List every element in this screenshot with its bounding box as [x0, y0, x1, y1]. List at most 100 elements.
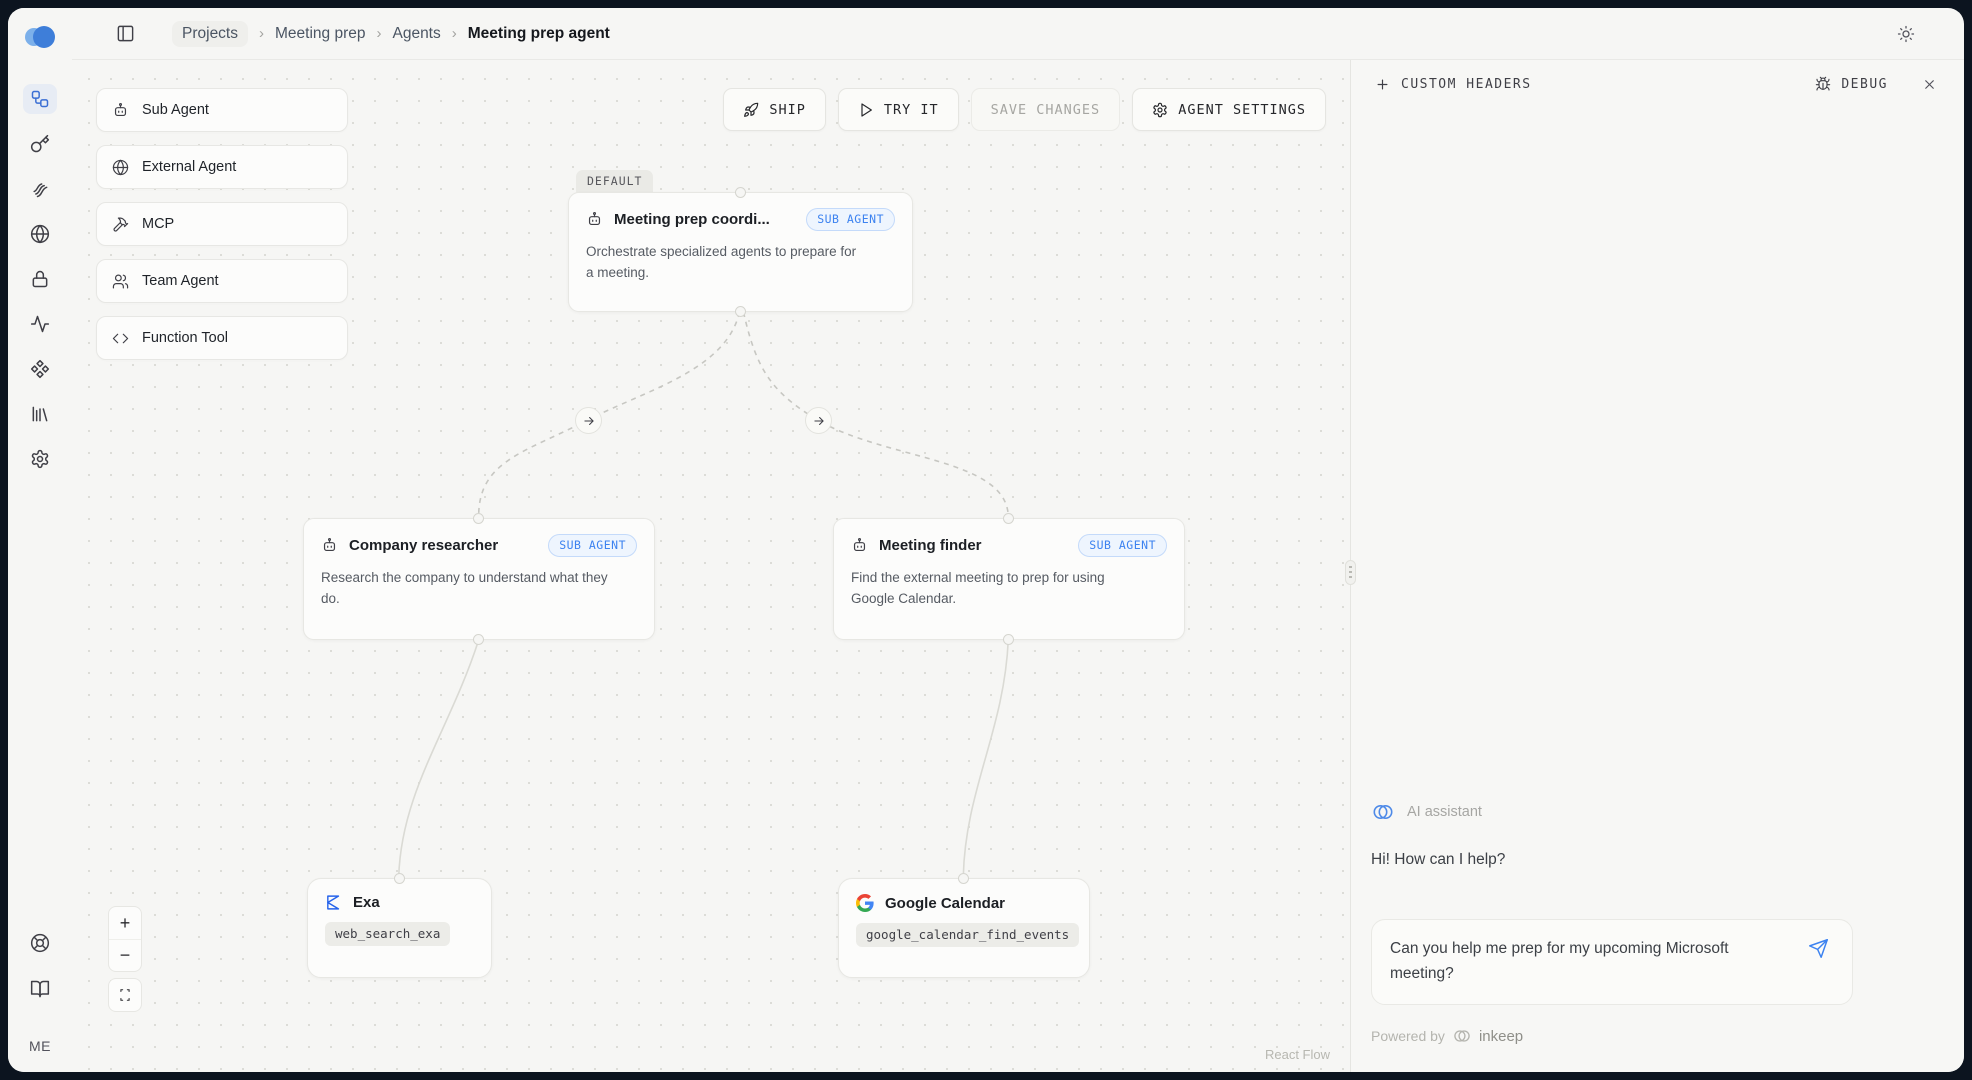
gear-icon	[30, 449, 50, 469]
arrow-right-icon	[582, 414, 596, 428]
node-handle-top[interactable]	[735, 187, 746, 198]
powered-by-link[interactable]: Powered by inkeep	[1371, 1026, 1944, 1046]
custom-headers-button[interactable]: CUSTOM HEADERS	[1375, 77, 1532, 92]
ship-button[interactable]: SHIP	[723, 88, 826, 131]
palette-item-function-tool[interactable]: Function Tool	[96, 316, 348, 360]
plus-icon	[1375, 77, 1390, 92]
tool-chip: web_search_exa	[325, 922, 450, 946]
palette-item-team-agent[interactable]: Team Agent	[96, 259, 348, 303]
palette-item-sub-agent[interactable]: Sub Agent	[96, 88, 348, 132]
palette-item-external-agent[interactable]: External Agent	[96, 145, 348, 189]
traces-icon	[30, 179, 50, 199]
node-handle-top[interactable]	[473, 513, 484, 524]
graph-canvas[interactable]: Sub Agent External Agent MCP Team Agent	[72, 60, 1350, 1072]
node-handle-top[interactable]	[1003, 513, 1014, 524]
breadcrumb-separator: ›	[376, 25, 381, 42]
node-google-calendar-tool[interactable]: Google Calendar google_calendar_find_eve…	[838, 878, 1090, 978]
node-meeting-finder[interactable]: Meeting finder SUB AGENT Find the extern…	[833, 518, 1185, 640]
theme-toggle-button[interactable]	[1892, 20, 1920, 48]
assistant-label: AI assistant	[1407, 804, 1482, 820]
agent-settings-button[interactable]: AGENT SETTINGS	[1132, 88, 1326, 131]
close-icon	[1922, 77, 1937, 92]
powered-by-label: Powered by	[1371, 1028, 1445, 1044]
user-avatar[interactable]: ME	[29, 1038, 51, 1054]
react-flow-attribution[interactable]: React Flow	[1265, 1047, 1330, 1062]
inkeep-logo[interactable]	[23, 24, 57, 50]
sidebar-item-library[interactable]	[23, 399, 57, 429]
debug-label: DEBUG	[1841, 77, 1888, 92]
node-exa-tool[interactable]: Exa web_search_exa	[307, 878, 492, 978]
send-button[interactable]	[1808, 938, 1832, 962]
debug-button[interactable]: DEBUG	[1815, 76, 1888, 92]
library-icon	[30, 404, 50, 424]
sidebar-item-security[interactable]	[23, 264, 57, 294]
activity-icon	[30, 314, 50, 334]
sidebar-item-docs[interactable]	[23, 974, 57, 1004]
ai-assistant-icon	[1371, 800, 1395, 824]
edge-transfer-arrow[interactable]	[805, 407, 832, 434]
bot-icon	[851, 537, 868, 554]
sidebar-item-credentials[interactable]	[23, 174, 57, 204]
chat-input-value: Can you help me prep for my upcoming Mic…	[1390, 937, 1772, 987]
send-icon	[1808, 938, 1829, 959]
chat-block: AI assistant Hi! How can I help? Can you…	[1351, 800, 1964, 1072]
sidebar-item-components[interactable]	[23, 354, 57, 384]
try-it-button[interactable]: TRY IT	[838, 88, 959, 131]
fit-view-icon	[118, 988, 132, 1002]
agent-settings-label: AGENT SETTINGS	[1178, 102, 1306, 118]
node-company-researcher[interactable]: Company researcher SUB AGENT Research th…	[303, 518, 655, 640]
top-bar: Projects › Meeting prep › Agents › Meeti…	[72, 8, 1964, 60]
node-meeting-prep-coordinator[interactable]: Meeting prep coordi... SUB AGENT Orchest…	[568, 192, 913, 312]
sidebar-item-activity[interactable]	[23, 309, 57, 339]
bot-icon	[321, 537, 338, 554]
palette-item-label: Function Tool	[142, 330, 228, 346]
sidebar-item-help[interactable]	[23, 928, 57, 958]
node-handle-bottom[interactable]	[473, 634, 484, 645]
breadcrumb-projects[interactable]: Projects	[172, 21, 248, 47]
ship-button-label: SHIP	[769, 102, 806, 118]
close-panel-button[interactable]	[1918, 73, 1940, 95]
breadcrumb-agents[interactable]: Agents	[392, 25, 440, 43]
sub-agent-badge: SUB AGENT	[548, 534, 637, 557]
panel-left-icon	[116, 24, 135, 43]
palette-item-mcp[interactable]: MCP	[96, 202, 348, 246]
icon-sidebar: ME	[8, 8, 72, 1072]
users-icon	[112, 273, 129, 290]
palette-item-label: Sub Agent	[142, 102, 209, 118]
palette-item-label: External Agent	[142, 159, 236, 175]
gear-icon	[1152, 102, 1168, 118]
node-handle-top[interactable]	[958, 873, 969, 884]
node-palette: Sub Agent External Agent MCP Team Agent	[96, 88, 348, 360]
node-handle-bottom[interactable]	[735, 306, 746, 317]
sidebar-item-settings[interactable]	[23, 444, 57, 474]
save-changes-button[interactable]: SAVE CHANGES	[971, 88, 1121, 131]
zoom-out-button[interactable]: −	[109, 939, 141, 971]
bot-icon	[112, 102, 129, 119]
tool-chip: google_calendar_find_events	[856, 923, 1079, 947]
google-logo-icon	[856, 894, 874, 912]
breadcrumb-project[interactable]: Meeting prep	[275, 25, 365, 43]
breadcrumb: Projects › Meeting prep › Agents › Meeti…	[172, 21, 610, 47]
palette-item-label: Team Agent	[142, 273, 219, 289]
key-icon	[30, 134, 50, 154]
sidebar-item-api-keys[interactable]	[23, 129, 57, 159]
zoom-in-button[interactable]: +	[109, 907, 141, 939]
node-handle-top[interactable]	[394, 873, 405, 884]
hammer-icon	[112, 216, 129, 233]
brand-label: inkeep	[1479, 1028, 1523, 1045]
node-title: Google Calendar	[885, 895, 1005, 912]
bot-icon	[586, 211, 603, 228]
sidebar-item-graph[interactable]	[23, 84, 57, 114]
fit-view-button[interactable]	[109, 979, 141, 1011]
panel-resize-handle[interactable]	[1345, 560, 1356, 585]
default-badge: DEFAULT	[576, 170, 653, 194]
sidebar-toggle-button[interactable]	[112, 21, 138, 47]
chat-input[interactable]: Can you help me prep for my upcoming Mic…	[1371, 919, 1853, 1005]
component-icon	[30, 359, 50, 379]
node-handle-bottom[interactable]	[1003, 634, 1014, 645]
rocket-icon	[743, 102, 759, 118]
edge-transfer-arrow[interactable]	[575, 407, 602, 434]
code-icon	[112, 330, 129, 347]
sun-icon	[1897, 25, 1915, 43]
sidebar-item-external[interactable]	[23, 219, 57, 249]
